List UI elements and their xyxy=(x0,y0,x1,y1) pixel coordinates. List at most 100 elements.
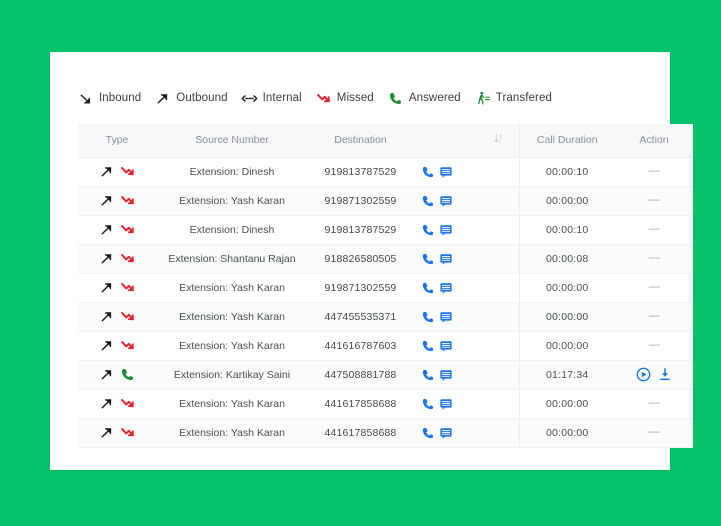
cell-type xyxy=(78,302,156,332)
message-contact-button[interactable] xyxy=(439,223,453,237)
table-header-row: Type Source Number Destination Call Dura… xyxy=(78,124,693,158)
table-header: Type Source Number Destination Call Dura… xyxy=(78,124,693,158)
legend-item-missed: Missed xyxy=(315,90,374,107)
table-row[interactable]: Extension: Yash Karan 441617858688 00:00… xyxy=(78,389,693,419)
cell-call-duration: 00:00:00 xyxy=(518,273,615,303)
table-row[interactable]: Extension: Shantanu Rajan 918826580505 0… xyxy=(78,244,693,274)
cell-action: ---- xyxy=(615,244,693,274)
cell-source-number: Extension: Shantanu Rajan xyxy=(156,244,308,274)
cell-action: ---- xyxy=(615,418,693,448)
cell-source-number: Extension: Dinesh xyxy=(156,157,308,187)
cell-call-duration: 00:00:00 xyxy=(518,389,615,419)
call-contact-button[interactable] xyxy=(421,426,435,440)
cell-source-number: Extension: Yash Karan xyxy=(156,389,308,419)
action-empty: ---- xyxy=(648,195,660,206)
outbound-arrow-icon xyxy=(99,251,114,266)
column-header-call-duration[interactable]: Call Duration xyxy=(518,124,615,158)
cell-spacer xyxy=(479,215,519,245)
legend-label: Missed xyxy=(336,92,374,104)
cell-action: ---- xyxy=(615,389,693,419)
cell-destination: 447508881788 xyxy=(308,360,413,390)
table-row[interactable]: Extension: Yash Karan 441617858688 00:00… xyxy=(78,418,693,448)
call-log-card: Inbound Outbound Internal Missed Answered Tra… xyxy=(50,52,693,470)
cell-contact-actions xyxy=(413,360,479,390)
legend-item-internal: Internal xyxy=(241,90,302,107)
cell-source-number: Extension: Yash Karan xyxy=(156,273,308,303)
cell-contact-actions xyxy=(413,273,479,303)
column-header-destination[interactable]: Destination xyxy=(308,124,413,158)
cell-source-number: Extension: Yash Karan xyxy=(156,331,308,361)
answered-call-icon xyxy=(387,90,404,107)
cell-contact-actions xyxy=(413,302,479,332)
call-contact-button[interactable] xyxy=(421,194,435,208)
missed-call-icon xyxy=(120,222,135,237)
column-header-source-number[interactable]: Source Number xyxy=(156,124,308,158)
action-empty: ---- xyxy=(648,427,660,438)
message-contact-button[interactable] xyxy=(439,281,453,295)
cell-call-duration: 00:00:00 xyxy=(518,418,615,448)
message-contact-button[interactable] xyxy=(439,397,453,411)
cell-source-number: Extension: Yash Karan xyxy=(156,186,308,216)
missed-call-icon xyxy=(120,425,135,440)
call-contact-button[interactable] xyxy=(421,165,435,179)
cell-action xyxy=(615,360,693,390)
missed-call-icon xyxy=(120,193,135,208)
cell-destination: 447455535371 xyxy=(308,302,413,332)
cell-contact-actions xyxy=(413,389,479,419)
call-contact-button[interactable] xyxy=(421,339,435,353)
column-header-sort[interactable] xyxy=(479,124,519,158)
cell-spacer xyxy=(479,331,519,361)
call-contact-button[interactable] xyxy=(421,223,435,237)
table-row[interactable]: Extension: Yash Karan 919871302559 00:00… xyxy=(78,186,693,216)
download-recording-button[interactable] xyxy=(658,367,672,382)
cell-destination: 919871302559 xyxy=(308,273,413,303)
outbound-arrow-icon xyxy=(99,367,114,382)
outbound-arrow-icon xyxy=(99,222,114,237)
table-row[interactable]: Extension: Kartikay Saini 447508881788 0… xyxy=(78,360,693,390)
call-log-table-wrapper: Type Source Number Destination Call Dura… xyxy=(78,124,693,448)
legend-item-inbound: Inbound xyxy=(77,90,141,107)
table-row[interactable]: Extension: Dinesh 919813787529 00:00:10 … xyxy=(78,157,693,187)
table-row[interactable]: Extension: Yash Karan 919871302559 00:00… xyxy=(78,273,693,303)
message-contact-button[interactable] xyxy=(439,194,453,208)
cell-action: ---- xyxy=(615,215,693,245)
missed-call-icon xyxy=(120,338,135,353)
cell-action: ---- xyxy=(615,302,693,332)
call-contact-button[interactable] xyxy=(421,281,435,295)
message-contact-button[interactable] xyxy=(439,252,453,266)
play-recording-button[interactable] xyxy=(636,367,651,382)
legend-label: Internal xyxy=(262,92,302,104)
transferred-call-icon xyxy=(474,90,491,107)
cell-source-number: Extension: Yash Karan xyxy=(156,302,308,332)
cell-type xyxy=(78,418,156,448)
call-contact-button[interactable] xyxy=(421,310,435,324)
outbound-arrow-icon xyxy=(99,338,114,353)
message-contact-button[interactable] xyxy=(439,426,453,440)
call-contact-button[interactable] xyxy=(421,368,435,382)
table-row[interactable]: Extension: Yash Karan 447455535371 00:00… xyxy=(78,302,693,332)
message-contact-button[interactable] xyxy=(439,165,453,179)
message-contact-button[interactable] xyxy=(439,339,453,353)
missed-call-icon xyxy=(120,396,135,411)
outbound-arrow-icon xyxy=(99,193,114,208)
call-contact-button[interactable] xyxy=(421,252,435,266)
message-contact-button[interactable] xyxy=(439,368,453,382)
cell-contact-actions xyxy=(413,157,479,187)
internal-arrows-icon xyxy=(241,90,258,107)
sort-toggle-icon[interactable] xyxy=(494,133,504,144)
message-contact-button[interactable] xyxy=(439,310,453,324)
cell-call-duration: 00:00:10 xyxy=(518,157,615,187)
column-header-action[interactable]: Action xyxy=(615,124,693,158)
action-empty: ---- xyxy=(648,398,660,409)
column-header-type[interactable]: Type xyxy=(78,124,156,158)
table-row[interactable]: Extension: Dinesh 919813787529 00:00:10 … xyxy=(78,215,693,245)
action-empty: ---- xyxy=(648,253,660,264)
legend-item-answered: Answered xyxy=(387,90,461,107)
cell-call-duration: 00:00:08 xyxy=(518,244,615,274)
table-row[interactable]: Extension: Yash Karan 441616787603 00:00… xyxy=(78,331,693,361)
missed-call-icon xyxy=(315,90,332,107)
call-contact-button[interactable] xyxy=(421,397,435,411)
cell-destination: 919813787529 xyxy=(308,157,413,187)
cell-destination: 919813787529 xyxy=(308,215,413,245)
missed-call-icon xyxy=(120,251,135,266)
